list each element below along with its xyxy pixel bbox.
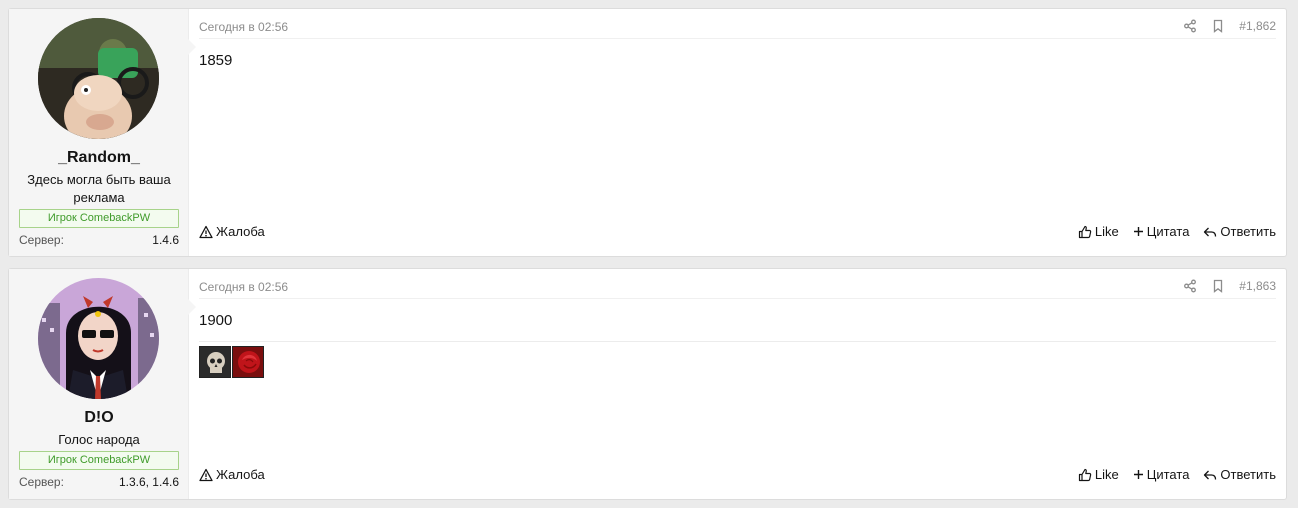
post-content: 1859 <box>199 52 233 69</box>
rose-image <box>232 346 264 378</box>
server-info: Сервер: 1.4.6 <box>19 233 179 247</box>
post-main: Сегодня в 02:56 #1,862 1859 Жалоба Like … <box>199 9 1276 256</box>
post-meta: Сегодня в 02:56 #1,863 <box>199 269 1276 299</box>
bookmark-icon[interactable] <box>1211 279 1225 293</box>
server-label: Сервер: <box>19 233 64 247</box>
report-label: Жалоба <box>216 467 265 482</box>
share-icon[interactable] <box>1183 279 1197 293</box>
thumbs-up-icon <box>1078 468 1092 481</box>
user-title: Голос народа <box>58 432 140 447</box>
reply-button[interactable]: Ответить <box>1203 467 1276 482</box>
avatar[interactable] <box>38 278 159 399</box>
skull-image <box>199 346 231 378</box>
avatar[interactable] <box>38 18 159 139</box>
post-meta-actions: #1,863 <box>1183 279 1276 293</box>
plus-icon <box>1133 470 1143 479</box>
quote-label: Цитата <box>1146 467 1190 482</box>
post-meta-actions: #1,862 <box>1183 19 1276 33</box>
bookmark-icon[interactable] <box>1211 19 1225 33</box>
post-1863: D!O Голос народа Игрок ComebackPW Сервер… <box>8 268 1287 500</box>
reply-icon <box>1204 227 1217 237</box>
post-number[interactable]: #1,862 <box>1239 19 1276 33</box>
username[interactable]: _Random_ <box>9 149 189 167</box>
server-value: 1.3.6, 1.4.6 <box>118 475 179 489</box>
plus-icon <box>1133 227 1143 236</box>
reply-label: Ответить <box>1220 467 1276 482</box>
like-button[interactable]: Like <box>1078 467 1119 482</box>
reply-label: Ответить <box>1220 224 1276 239</box>
username[interactable]: D!O <box>9 409 189 427</box>
user-banner: Игрок ComebackPW <box>19 209 179 228</box>
post-date[interactable]: Сегодня в 02:56 <box>199 20 288 34</box>
signature-divider <box>199 341 1276 342</box>
post-date[interactable]: Сегодня в 02:56 <box>199 280 288 294</box>
post-user-column: D!O Голос народа Игрок ComebackPW Сервер… <box>9 269 196 499</box>
thumbs-up-icon <box>1078 225 1092 238</box>
report-button[interactable]: Жалоба <box>199 467 265 482</box>
post-main: Сегодня в 02:56 #1,863 1900 Жалоба Like … <box>199 269 1276 499</box>
post-footer: Жалоба Like Цитата Ответить <box>199 224 1276 242</box>
user-banner: Игрок ComebackPW <box>19 451 179 470</box>
post-1862: _Random_ Здесь могла быть ваша реклама И… <box>8 8 1287 257</box>
server-info: Сервер: 1.3.6, 1.4.6 <box>19 475 179 489</box>
reply-icon <box>1204 470 1217 480</box>
server-value: 1.4.6 <box>152 233 179 247</box>
quote-button[interactable]: Цитата <box>1133 224 1190 239</box>
reply-button[interactable]: Ответить <box>1203 224 1276 239</box>
quote-button[interactable]: Цитата <box>1133 467 1190 482</box>
post-meta: Сегодня в 02:56 #1,862 <box>199 9 1276 39</box>
post-footer: Жалоба Like Цитата Ответить <box>199 467 1276 485</box>
server-label: Сервер: <box>19 475 64 489</box>
post-content: 1900 <box>199 312 233 329</box>
quote-label: Цитата <box>1146 224 1190 239</box>
report-label: Жалоба <box>216 224 265 239</box>
like-label: Like <box>1094 467 1119 482</box>
signature <box>199 346 264 378</box>
warning-icon <box>199 468 213 481</box>
post-user-column: _Random_ Здесь могла быть ваша реклама И… <box>9 9 196 256</box>
warning-icon <box>199 225 213 238</box>
report-button[interactable]: Жалоба <box>199 224 265 239</box>
share-icon[interactable] <box>1183 19 1197 33</box>
like-label: Like <box>1094 224 1119 239</box>
user-title: Здесь могла быть ваша реклама <box>27 172 171 205</box>
post-number[interactable]: #1,863 <box>1239 279 1276 293</box>
like-button[interactable]: Like <box>1078 224 1119 239</box>
